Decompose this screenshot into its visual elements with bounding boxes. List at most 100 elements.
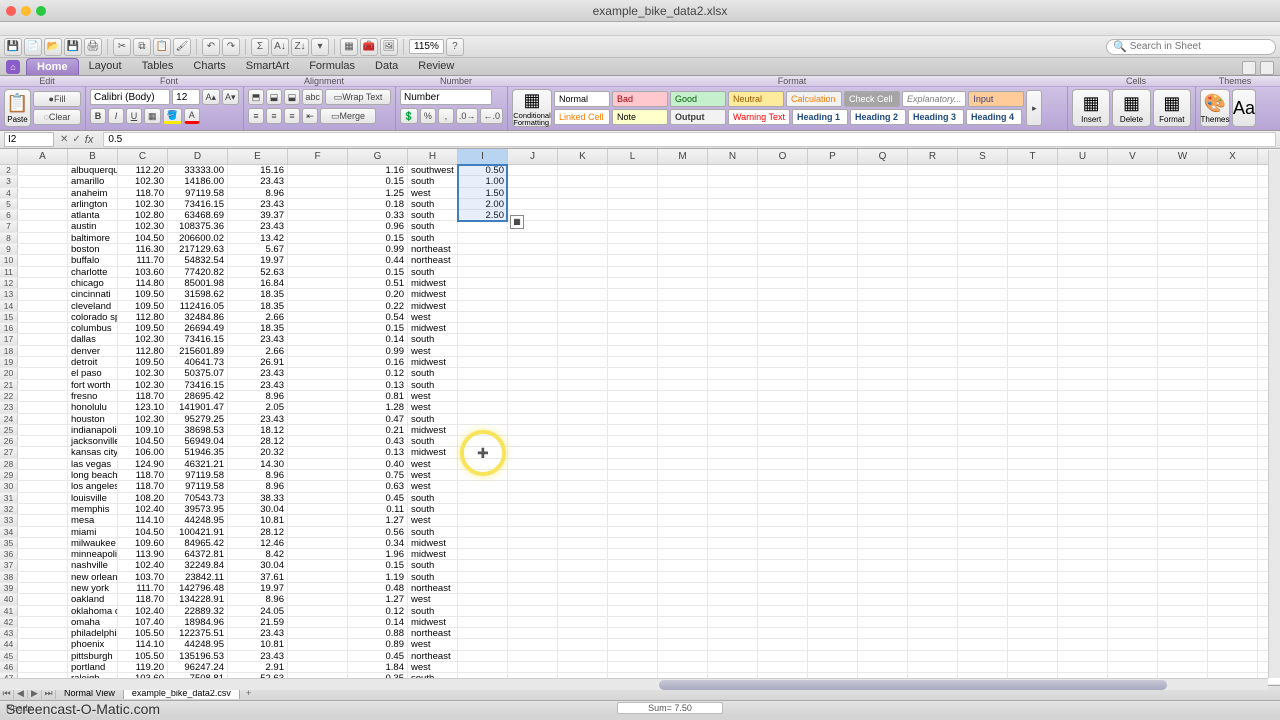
merge-button[interactable]: ▭ Merge xyxy=(320,108,376,124)
cell[interactable]: 105.50 xyxy=(118,651,168,661)
cell[interactable] xyxy=(458,312,508,322)
cell[interactable] xyxy=(1058,481,1108,491)
cell[interactable]: kansas city xyxy=(68,447,118,457)
cell[interactable]: 0.45 xyxy=(348,493,408,503)
cell[interactable]: 122375.51 xyxy=(168,628,228,638)
cell[interactable] xyxy=(1158,323,1208,333)
cell[interactable] xyxy=(1158,651,1208,661)
cell[interactable] xyxy=(908,606,958,616)
table-row[interactable]: 40oakland118.70134228.918.961.27west xyxy=(0,594,1280,605)
cell[interactable]: los angeles xyxy=(68,481,118,491)
cell[interactable] xyxy=(458,255,508,265)
cell[interactable] xyxy=(288,594,348,604)
clear-button[interactable]: ◌ Clear xyxy=(33,109,81,125)
row-header[interactable]: 7 xyxy=(0,221,18,231)
cell[interactable] xyxy=(558,560,608,570)
cell[interactable] xyxy=(758,481,808,491)
cell[interactable] xyxy=(508,165,558,175)
cell[interactable]: 64372.81 xyxy=(168,549,228,559)
cell[interactable] xyxy=(1108,583,1158,593)
cell[interactable] xyxy=(758,176,808,186)
cell[interactable] xyxy=(858,493,908,503)
cell[interactable] xyxy=(958,560,1008,570)
cell[interactable] xyxy=(1008,470,1058,480)
cell[interactable] xyxy=(808,470,858,480)
cell[interactable] xyxy=(1108,651,1158,661)
cell[interactable]: 112.80 xyxy=(118,346,168,356)
cell[interactable] xyxy=(808,639,858,649)
cell[interactable] xyxy=(908,357,958,367)
cell[interactable] xyxy=(908,639,958,649)
ribbon-collapse-icon[interactable] xyxy=(1242,61,1256,75)
cell[interactable] xyxy=(708,414,758,424)
cell[interactable] xyxy=(658,346,708,356)
cell[interactable] xyxy=(558,244,608,254)
cell[interactable] xyxy=(1108,312,1158,322)
cell[interactable] xyxy=(758,594,808,604)
row-header[interactable]: 14 xyxy=(0,301,18,311)
cell[interactable] xyxy=(288,165,348,175)
cell[interactable] xyxy=(608,538,658,548)
row-header[interactable]: 26 xyxy=(0,436,18,446)
cell[interactable] xyxy=(458,368,508,378)
cell[interactable] xyxy=(808,425,858,435)
cell[interactable] xyxy=(288,391,348,401)
cell[interactable] xyxy=(908,447,958,457)
cell[interactable] xyxy=(1058,233,1108,243)
cell[interactable] xyxy=(1008,651,1058,661)
cell[interactable]: west xyxy=(408,459,458,469)
cell[interactable] xyxy=(708,221,758,231)
cell[interactable]: 1.25 xyxy=(348,188,408,198)
cell[interactable] xyxy=(1208,301,1258,311)
cell[interactable] xyxy=(858,267,908,277)
cell[interactable] xyxy=(708,188,758,198)
cell[interactable] xyxy=(1158,380,1208,390)
cell[interactable] xyxy=(18,267,68,277)
row-header[interactable]: 11 xyxy=(0,267,18,277)
cell[interactable]: 102.30 xyxy=(118,380,168,390)
cell[interactable]: 103.70 xyxy=(118,572,168,582)
cell[interactable] xyxy=(558,368,608,378)
delete-cells-button[interactable]: ▦Delete xyxy=(1112,89,1150,127)
cell[interactable] xyxy=(458,414,508,424)
cell[interactable] xyxy=(1058,414,1108,424)
cell[interactable] xyxy=(708,617,758,627)
cell[interactable] xyxy=(558,504,608,514)
cell[interactable]: 97119.58 xyxy=(168,481,228,491)
cell[interactable]: 102.30 xyxy=(118,334,168,344)
table-row[interactable]: 3amarillo102.3014186.0023.430.15south1.0… xyxy=(0,176,1280,187)
cell[interactable] xyxy=(1208,425,1258,435)
cell[interactable] xyxy=(508,527,558,537)
cell[interactable] xyxy=(558,425,608,435)
column-headers[interactable]: ABCDEFGHIJKLMNOPQRSTUVWX xyxy=(0,149,1280,165)
cell[interactable] xyxy=(1208,515,1258,525)
cell[interactable] xyxy=(1158,210,1208,220)
cell[interactable]: south xyxy=(408,527,458,537)
cell[interactable]: 21.59 xyxy=(228,617,288,627)
cell[interactable]: 102.30 xyxy=(118,368,168,378)
cell[interactable] xyxy=(758,368,808,378)
cell[interactable] xyxy=(288,560,348,570)
tab-home[interactable]: Home xyxy=(26,58,79,75)
cell[interactable] xyxy=(858,312,908,322)
cell[interactable] xyxy=(658,628,708,638)
cell[interactable] xyxy=(1208,617,1258,627)
cell[interactable] xyxy=(18,278,68,288)
cell[interactable] xyxy=(658,459,708,469)
cell[interactable] xyxy=(808,414,858,424)
cell[interactable]: 23.43 xyxy=(228,628,288,638)
cell[interactable] xyxy=(558,515,608,525)
cell[interactable] xyxy=(808,628,858,638)
cell[interactable] xyxy=(18,346,68,356)
cell[interactable]: 1.27 xyxy=(348,594,408,604)
cell[interactable] xyxy=(608,617,658,627)
cell[interactable] xyxy=(18,481,68,491)
cell[interactable]: 23842.11 xyxy=(168,572,228,582)
cell[interactable] xyxy=(1158,233,1208,243)
cell[interactable] xyxy=(558,459,608,469)
cell[interactable] xyxy=(608,289,658,299)
cell[interactable]: 10.81 xyxy=(228,639,288,649)
cell[interactable] xyxy=(1108,662,1158,672)
cell[interactable] xyxy=(908,617,958,627)
cell[interactable] xyxy=(858,617,908,627)
